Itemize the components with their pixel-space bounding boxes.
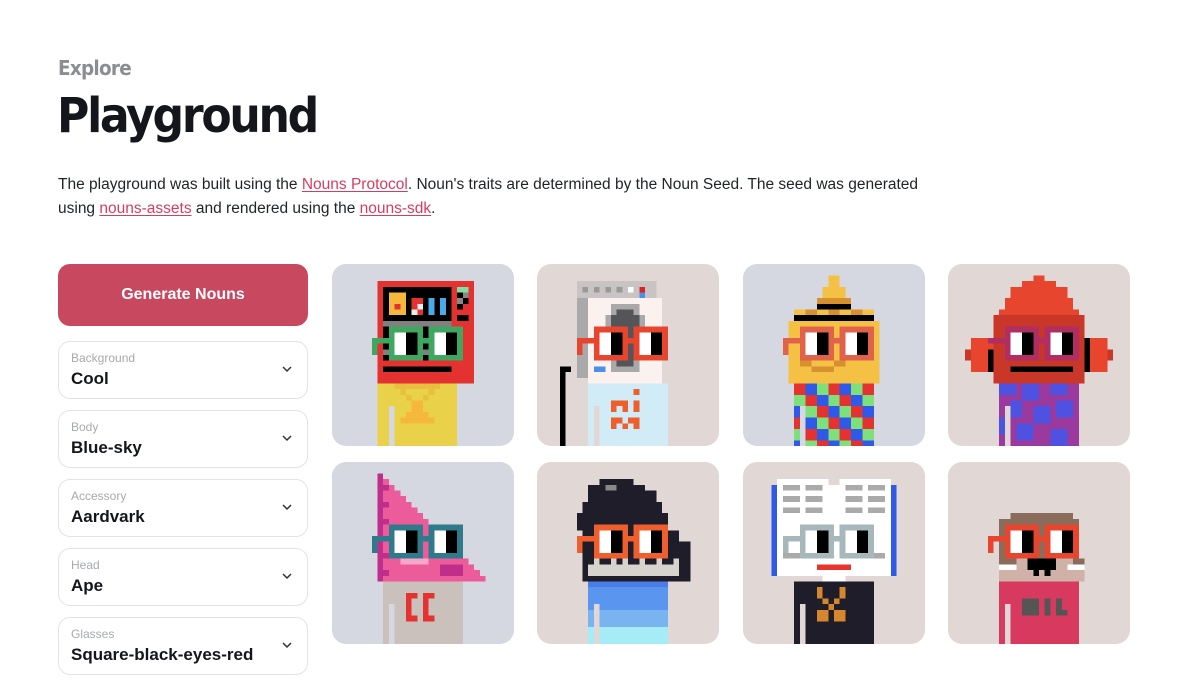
checker-tile <box>839 440 852 446</box>
background-select[interactable]: Background Cool <box>58 341 308 399</box>
head-select[interactable]: Head Ape <box>58 548 308 606</box>
checker-tile <box>805 417 817 429</box>
intro-text: The playground was built using the Nouns… <box>58 173 958 221</box>
body-select-value: Blue-sky <box>71 438 142 457</box>
noun-pyramid-image <box>332 462 514 644</box>
page-title: Playground <box>57 88 319 144</box>
accessory-select-label: Accessory <box>71 489 127 503</box>
noun-beanie-image <box>948 264 1130 446</box>
checker-tile <box>851 383 863 395</box>
noun-card[interactable] <box>537 264 719 446</box>
noun-card[interactable] <box>743 462 925 644</box>
checker-tile <box>828 440 840 446</box>
checker-tile <box>805 394 817 407</box>
nouns-protocol-link[interactable]: Nouns Protocol <box>302 176 408 193</box>
generate-nouns-button[interactable]: Generate Nouns <box>58 264 308 326</box>
checker-tile <box>805 383 817 395</box>
noun-card[interactable] <box>948 462 1130 644</box>
checker-tile <box>862 440 874 446</box>
chevron-down-icon <box>282 504 292 511</box>
head-select-label: Head <box>71 558 100 572</box>
head-select-value: Ape <box>71 576 104 595</box>
checker-tile <box>805 406 817 418</box>
checker-tile <box>816 394 829 407</box>
checker-tile <box>862 383 874 395</box>
checker-tile <box>828 406 840 418</box>
noun-piano-image <box>537 462 719 644</box>
noun-vending-machine-image <box>332 264 514 446</box>
noun-card[interactable] <box>743 264 925 446</box>
checker-tile <box>828 394 840 407</box>
checker-tile <box>816 428 829 441</box>
checker-tile <box>862 428 874 441</box>
checker-tile <box>794 383 806 395</box>
noun-otter-image <box>948 462 1130 644</box>
checker-tile <box>805 428 817 441</box>
checker-tile <box>851 440 863 446</box>
checker-tile <box>839 394 852 407</box>
checker-tile <box>839 428 852 441</box>
glasses-select-label: Glasses <box>71 627 115 641</box>
intro-text-3: and rendered using the <box>191 200 360 217</box>
checker-tile <box>862 406 874 418</box>
glasses-select-value: Square-black-eyes-red <box>71 645 254 664</box>
noun-sombrero-image <box>743 264 925 446</box>
chevron-down-icon <box>282 573 292 580</box>
background-select-value: Cool <box>71 369 109 388</box>
checker-tile <box>816 406 829 418</box>
checker-tile <box>851 417 863 429</box>
checker-tile <box>839 383 852 395</box>
accessory-select[interactable]: Accessory Aardvark <box>58 479 308 537</box>
checker-tile <box>851 406 863 418</box>
background-select-label: Background <box>71 351 136 365</box>
checker-tile <box>805 440 817 446</box>
checker-tile <box>851 428 863 441</box>
body-select-label: Body <box>71 420 99 434</box>
checker-tile <box>862 394 874 407</box>
checker-tile <box>828 417 840 429</box>
checker-tile <box>794 394 806 407</box>
noun-card[interactable] <box>332 264 514 446</box>
chevron-down-icon <box>282 366 292 373</box>
accessory-select-value: Aardvark <box>71 507 145 526</box>
chevron-down-icon <box>282 435 292 442</box>
intro-text-1: The playground was built using the <box>58 176 302 193</box>
nouns-sdk-link[interactable]: nouns-sdk <box>360 200 432 217</box>
checker-tile <box>828 428 840 441</box>
checker-tile <box>839 406 852 418</box>
noun-card[interactable] <box>948 264 1130 446</box>
chevron-down-icon <box>282 642 292 649</box>
checker-tile <box>816 383 829 395</box>
nouns-assets-link[interactable]: nouns-assets <box>99 200 191 217</box>
intro-text-4: . <box>431 200 436 217</box>
noun-book-image <box>743 462 925 644</box>
glasses-select[interactable]: Glasses Square-black-eyes-red <box>58 617 308 675</box>
checker-tile <box>828 383 840 395</box>
checker-tile <box>839 417 852 429</box>
trait-sidebar: Generate Nouns Background Cool Body Blue… <box>58 264 308 675</box>
checker-tile <box>851 394 863 407</box>
eyebrow-label: Explore <box>58 56 132 80</box>
noun-card[interactable] <box>332 462 514 644</box>
checker-tile <box>816 417 829 429</box>
checker-tile <box>816 440 829 446</box>
body-select[interactable]: Body Blue-sky <box>58 410 308 468</box>
noun-washing-machine-image <box>537 264 719 446</box>
checker-tile <box>862 417 874 429</box>
noun-card[interactable] <box>537 462 719 644</box>
